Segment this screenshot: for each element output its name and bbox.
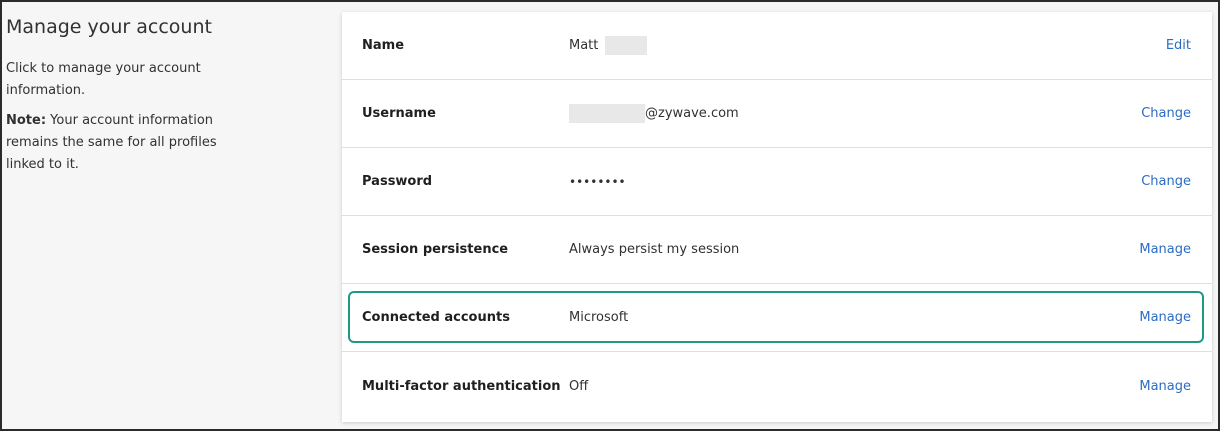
redacted-username bbox=[569, 104, 645, 123]
setting-row-connected-accounts: Connected accounts Microsoft Manage bbox=[342, 284, 1212, 352]
manage-session-link[interactable]: Manage bbox=[1139, 216, 1191, 283]
setting-label: Name bbox=[362, 38, 405, 53]
setting-value: @zywave.com bbox=[569, 80, 739, 147]
setting-row-session-persistence: Session persistence Always persist my se… bbox=[342, 216, 1212, 284]
page-title: Manage your account bbox=[6, 16, 212, 38]
setting-value: Always persist my session bbox=[569, 242, 740, 257]
change-password-link[interactable]: Change bbox=[1141, 148, 1191, 215]
note-text: Note: Your account information remains t… bbox=[6, 110, 256, 176]
setting-label: Username bbox=[362, 106, 436, 121]
setting-value: Matt bbox=[569, 12, 648, 79]
account-settings-card: Name Matt Edit Username @zywave.com Chan… bbox=[342, 12, 1212, 422]
redacted-surname bbox=[605, 36, 648, 55]
setting-row-name: Name Matt Edit bbox=[342, 12, 1212, 80]
edit-name-link[interactable]: Edit bbox=[1166, 12, 1191, 79]
note-label: Note: bbox=[6, 113, 47, 128]
intro-text: Click to manage your account information… bbox=[6, 61, 201, 98]
manage-mfa-link[interactable]: Manage bbox=[1139, 352, 1191, 420]
change-username-link[interactable]: Change bbox=[1141, 80, 1191, 147]
setting-row-mfa: Multi-factor authentication Off Manage bbox=[342, 352, 1212, 420]
manage-connected-accounts-link[interactable]: Manage bbox=[1139, 284, 1191, 351]
setting-label: Password bbox=[362, 174, 433, 189]
setting-value: Off bbox=[569, 378, 589, 394]
account-info-panel: Manage your account Click to manage your… bbox=[6, 16, 256, 184]
setting-value: Microsoft bbox=[569, 310, 629, 325]
setting-label: Connected accounts bbox=[362, 310, 510, 325]
setting-row-password: Password •••••••• Change bbox=[342, 148, 1212, 216]
setting-label: Multi-factor authentication bbox=[362, 378, 561, 394]
setting-label: Session persistence bbox=[362, 242, 509, 257]
setting-row-username: Username @zywave.com Change bbox=[342, 80, 1212, 148]
account-settings-screenshot: Manage your account Click to manage your… bbox=[0, 0, 1220, 431]
first-name: Matt bbox=[569, 38, 599, 53]
masked-password: •••••••• bbox=[569, 174, 626, 189]
username-domain: @zywave.com bbox=[645, 106, 739, 121]
